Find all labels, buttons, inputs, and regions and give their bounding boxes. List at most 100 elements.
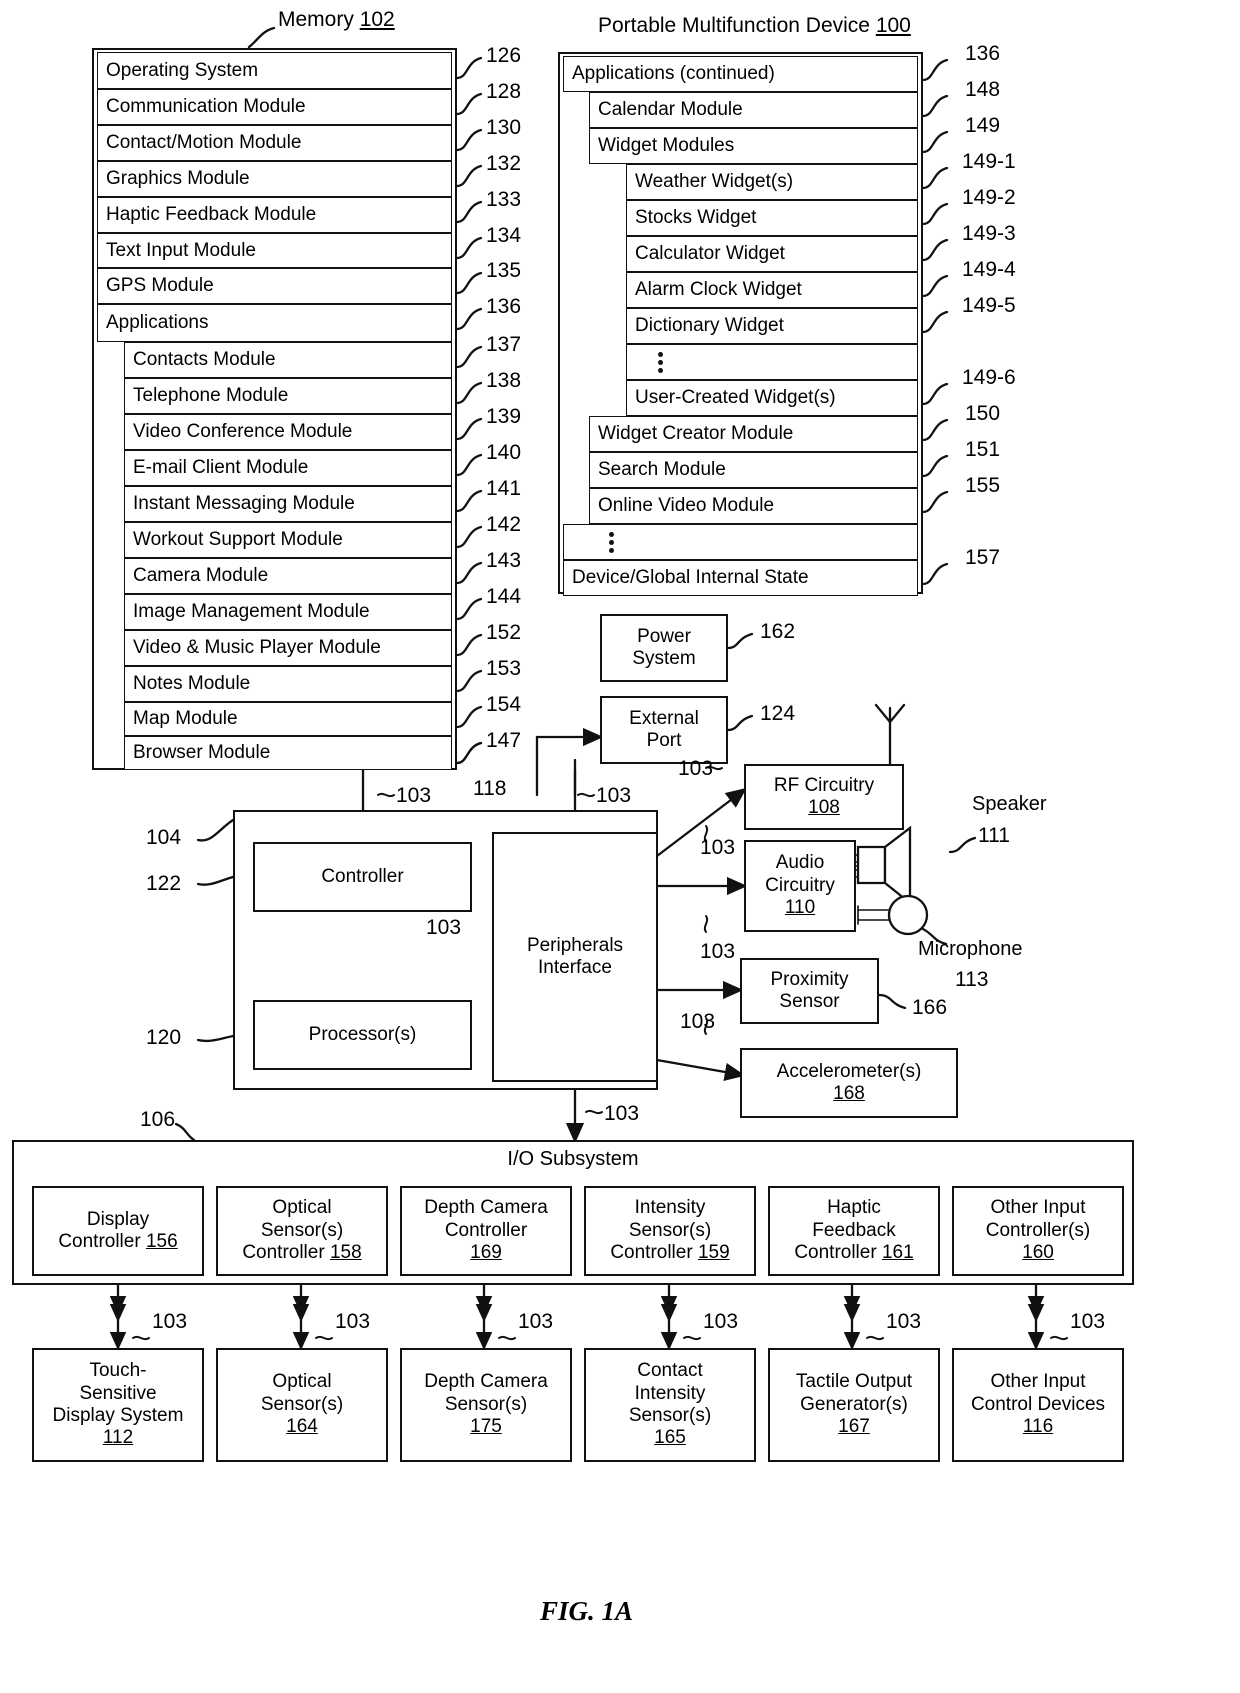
intensity-sensor-controller-box[interactable]: Intensity Sensor(s) Controller 159 — [584, 1186, 756, 1276]
memory-row-operating-system[interactable]: Operating System — [97, 52, 452, 89]
device-row-internal-state[interactable]: Device/Global Internal State — [563, 560, 918, 596]
device-row-widget-modules[interactable]: Widget Modules — [589, 128, 918, 164]
other-input-control-devices-box[interactable]: Other Input Control Devices 116 — [952, 1348, 1124, 1462]
application-row-workout-support-module[interactable]: Workout Support Module — [124, 522, 452, 558]
peripherals-line-2: Interface — [538, 957, 612, 978]
memory-row-communication-module[interactable]: Communication Module — [97, 89, 452, 125]
memory-row-applications[interactable]: Applications — [97, 304, 452, 342]
ref-147: 147 — [486, 729, 522, 752]
controller-box[interactable]: Controller — [253, 842, 472, 912]
device-ellipsis-icon — [606, 528, 616, 556]
ref-136-memory: 136 — [486, 295, 522, 318]
ref-149-2: 149-2 — [962, 186, 1016, 209]
row-label: Contacts Module — [133, 349, 276, 370]
application-row-video-conference-module[interactable]: Video Conference Module — [124, 414, 452, 450]
external-port-box[interactable]: External Port — [600, 696, 728, 764]
rf-circuitry-box[interactable]: RF Circuitry 108 — [744, 764, 904, 830]
ref-104: 104 — [146, 826, 182, 849]
contact-intensity-sensor-box[interactable]: Contact Intensity Sensor(s) 165 — [584, 1348, 756, 1462]
depth-camera-sensor-box[interactable]: Depth Camera Sensor(s) 175 — [400, 1348, 572, 1462]
memory-row-haptic-feedback-module[interactable]: Haptic Feedback Module — [97, 197, 452, 233]
contact-intensity-line-3: Sensor(s) — [628, 1405, 712, 1426]
widget-row-user-created[interactable]: User-Created Widget(s) — [626, 380, 918, 416]
peripherals-interface-box[interactable]: Peripherals Interface — [492, 832, 658, 1082]
application-row-browser-module[interactable]: Browser Module — [124, 736, 452, 770]
row-label: Calendar Module — [598, 99, 743, 120]
widget-row-stocks[interactable]: Stocks Widget — [626, 200, 918, 236]
row-label: Instant Messaging Module — [133, 493, 355, 514]
row-label: Online Video Module — [598, 495, 775, 516]
io-bus-103-6: 103 — [1070, 1310, 1106, 1333]
touch-display-line-3: Display System — [52, 1405, 184, 1426]
widget-row-dictionary[interactable]: Dictionary Widget — [626, 308, 918, 344]
optical-sensor-controller-box[interactable]: Optical Sensor(s) Controller 158 — [216, 1186, 388, 1276]
bus-ref-103-io: 103 — [604, 1102, 640, 1125]
ref-134: 134 — [486, 224, 522, 247]
device-row-widget-creator-module[interactable]: Widget Creator Module — [589, 416, 918, 452]
widget-row-alarm-clock[interactable]: Alarm Clock Widget — [626, 272, 918, 308]
bus-ref-103-audio: 103 — [700, 836, 736, 859]
audio-circuitry-box[interactable]: Audio Circuitry 110 — [744, 840, 856, 932]
application-row-image-management-module[interactable]: Image Management Module — [124, 594, 452, 630]
touch-sensitive-display-box[interactable]: Touch- Sensitive Display System 112 — [32, 1348, 204, 1462]
rf-circuitry-label: RF Circuitry — [773, 774, 875, 796]
optical-sensor-line-1: Optical — [272, 1371, 332, 1393]
power-system-box[interactable]: Power System — [600, 614, 728, 682]
row-label: Notes Module — [133, 673, 251, 694]
application-row-contacts-module[interactable]: Contacts Module — [124, 342, 452, 378]
memory-row-gps-module[interactable]: GPS Module — [97, 268, 452, 304]
row-label: Search Module — [598, 459, 726, 480]
other-input-devices-line-2: Control Devices — [970, 1393, 1106, 1415]
processor-box[interactable]: Processor(s) — [253, 1000, 472, 1070]
memory-row-graphics-module[interactable]: Graphics Module — [97, 161, 452, 197]
display-controller-line-1: Display — [86, 1208, 150, 1230]
display-controller-box[interactable]: Display Controller 156 — [32, 1186, 204, 1276]
row-label: Applications (continued) — [572, 63, 775, 84]
touch-display-line-2: Sensitive — [79, 1382, 157, 1404]
application-row-camera-module[interactable]: Camera Module — [124, 558, 452, 594]
audio-circuitry-line-1: Audio — [775, 852, 825, 874]
widget-row-calculator[interactable]: Calculator Widget — [626, 236, 918, 272]
ref-149-5: 149-5 — [962, 294, 1016, 317]
application-row-telephone-module[interactable]: Telephone Module — [124, 378, 452, 414]
proximity-sensor-box[interactable]: Proximity Sensor — [740, 958, 879, 1024]
audio-circuitry-num: 110 — [784, 897, 816, 919]
application-row-map-module[interactable]: Map Module — [124, 702, 452, 736]
device-row-calendar-module[interactable]: Calendar Module — [589, 92, 918, 128]
widget-row-weather[interactable]: Weather Widget(s) — [626, 164, 918, 200]
proximity-sensor-line-1: Proximity — [770, 968, 849, 990]
widget-row-ellipsis — [626, 344, 918, 380]
device-row-online-video-module[interactable]: Online Video Module — [589, 488, 918, 524]
tactile-output-generator-box[interactable]: Tactile Output Generator(s) 167 — [768, 1348, 940, 1462]
ref-132: 132 — [486, 152, 522, 175]
ref-133: 133 — [486, 188, 522, 211]
optical-sensor-controller-line-2: Sensor(s) — [260, 1219, 344, 1241]
device-row-search-module[interactable]: Search Module — [589, 452, 918, 488]
memory-row-contact-motion-module[interactable]: Contact/Motion Module — [97, 125, 452, 161]
haptic-feedback-controller-box[interactable]: Haptic Feedback Controller 161 — [768, 1186, 940, 1276]
optical-sensor-box[interactable]: Optical Sensor(s) 164 — [216, 1348, 388, 1462]
ref-120: 120 — [146, 1026, 182, 1049]
contact-intensity-num: 165 — [654, 1427, 686, 1449]
io-bus-103-4: 103 — [703, 1310, 739, 1333]
external-port-line-1: External — [629, 707, 699, 729]
ref-153: 153 — [486, 657, 522, 680]
ref-149-3: 149-3 — [962, 222, 1016, 245]
ref-149-4: 149-4 — [962, 258, 1016, 281]
memory-row-text-input-module[interactable]: Text Input Module — [97, 233, 452, 268]
application-row-instant-messaging-module[interactable]: Instant Messaging Module — [124, 486, 452, 522]
bus-ref-103-proximity: 103 — [700, 940, 736, 963]
optical-sensor-controller-line-1: Optical — [272, 1197, 332, 1219]
row-label: Alarm Clock Widget — [635, 279, 802, 300]
other-input-controller-box[interactable]: Other Input Controller(s) 160 — [952, 1186, 1124, 1276]
row-label: Contact/Motion Module — [106, 132, 302, 153]
accelerometer-box[interactable]: Accelerometer(s) 168 — [740, 1048, 958, 1118]
depth-camera-controller-box[interactable]: Depth Camera Controller 169 — [400, 1186, 572, 1276]
application-row-email-client-module[interactable]: E-mail Client Module — [124, 450, 452, 486]
depth-camera-sensor-num: 175 — [470, 1416, 502, 1438]
device-row-applications-continued[interactable]: Applications (continued) — [563, 56, 918, 92]
ref-141: 141 — [486, 477, 522, 500]
application-row-video-music-player-module[interactable]: Video & Music Player Module — [124, 630, 452, 666]
proximity-sensor-line-2: Sensor — [779, 991, 840, 1012]
application-row-notes-module[interactable]: Notes Module — [124, 666, 452, 702]
